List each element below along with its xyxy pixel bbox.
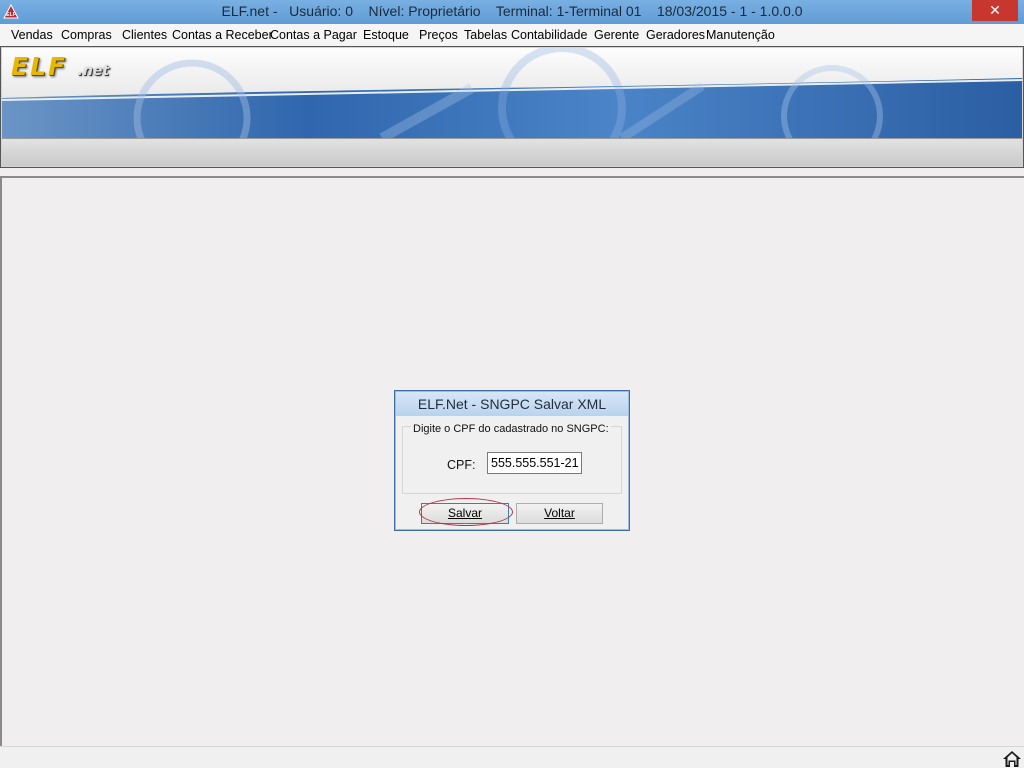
menu-contas-a-receber[interactable]: Contas a Receber <box>172 28 273 42</box>
menu-tabelas[interactable]: Tabelas <box>464 28 507 42</box>
window-title: ELF.net - Usuário: 0 Nível: Proprietário… <box>221 3 803 19</box>
sngpc-dialog: ELF.Net - SNGPC Salvar XML Digite o CPF … <box>394 390 630 531</box>
menu-geradores[interactable]: Geradores <box>646 28 705 42</box>
home-icon[interactable] <box>1002 750 1022 768</box>
logo-suffix: .net <box>77 63 110 79</box>
dialog-title: ELF.Net - SNGPC Salvar XML <box>396 392 628 416</box>
status-bar <box>0 746 1024 768</box>
banner-frame: ELF .net <box>0 46 1024 168</box>
menu-contas-a-pagar[interactable]: Contas a Pagar <box>270 28 357 42</box>
save-button-label: Salvar <box>447 506 482 520</box>
cpf-input[interactable] <box>487 452 582 474</box>
title-bar: ELF ELF.net - Usuário: 0 Nível: Propriet… <box>0 0 1024 24</box>
app-logo: ELF .net <box>11 52 109 81</box>
banner-image <box>2 48 1022 138</box>
menu-manutencao[interactable]: Manutenção <box>706 28 775 42</box>
back-button[interactable]: Voltar <box>516 503 603 524</box>
dialog-body: Digite o CPF do cadastrado no SNGPC: CPF… <box>399 417 625 526</box>
menu-gerente[interactable]: Gerente <box>594 28 639 42</box>
menu-compras[interactable]: Compras <box>61 28 112 42</box>
save-button[interactable]: Salvar <box>421 503 509 524</box>
logo-text: ELF <box>11 52 68 81</box>
back-button-label: Voltar <box>544 506 575 520</box>
menu-contabilidade[interactable]: Contabilidade <box>511 28 587 42</box>
cpf-group-label: Digite o CPF do cadastrado no SNGPC: <box>411 423 611 435</box>
menu-clientes[interactable]: Clientes <box>122 28 167 42</box>
toolbar-strip <box>2 138 1022 166</box>
menu-vendas[interactable]: Vendas <box>11 28 53 42</box>
menu-precos[interactable]: Preços <box>419 28 458 42</box>
cpf-label: CPF: <box>447 458 476 472</box>
menu-estoque[interactable]: Estoque <box>363 28 409 42</box>
close-button[interactable]: ✕ <box>972 0 1018 21</box>
menu-bar: Vendas Compras Clientes Contas a Receber… <box>0 24 1024 46</box>
